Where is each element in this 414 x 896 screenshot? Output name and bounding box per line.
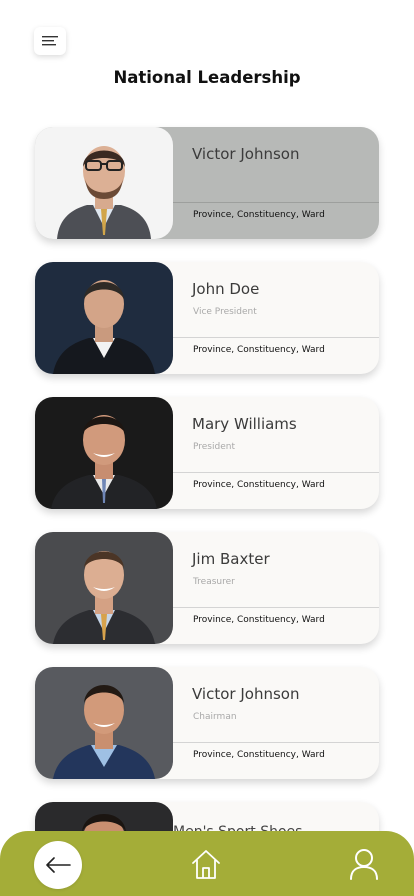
card-divider — [173, 742, 379, 743]
leader-role: Chairman — [193, 712, 237, 722]
leader-card[interactable]: John Doe Vice President Province, Consti… — [35, 262, 379, 374]
leader-location: Province, Constituency, Ward — [193, 210, 325, 220]
leader-location: Province, Constituency, Ward — [193, 750, 325, 760]
leader-location: Province, Constituency, Ward — [193, 480, 325, 490]
page-title: National Leadership — [113, 68, 301, 87]
card-divider — [173, 202, 379, 203]
menu-button[interactable] — [34, 27, 66, 55]
home-button[interactable] — [190, 848, 222, 880]
user-icon — [350, 849, 378, 880]
leader-photo — [35, 262, 173, 374]
card-divider — [173, 337, 379, 338]
leader-photo — [35, 532, 173, 644]
leader-role: Treasurer — [193, 577, 235, 587]
leader-card[interactable]: Jim Baxter Treasurer Province, Constitue… — [35, 532, 379, 644]
leader-card[interactable]: Mary Williams President Province, Consti… — [35, 397, 379, 509]
card-divider — [173, 472, 379, 473]
leader-card[interactable]: Victor Johnson Chairman Province, Consti… — [35, 667, 379, 779]
leader-photo — [35, 397, 173, 509]
leader-location: Province, Constituency, Ward — [193, 345, 325, 355]
leader-name: Jim Baxter — [192, 550, 270, 568]
leader-photo — [35, 667, 173, 779]
leader-name: Victor Johnson — [192, 685, 300, 703]
leader-name: Mary Williams — [192, 415, 297, 433]
profile-button[interactable] — [349, 848, 379, 880]
menu-icon — [42, 36, 58, 46]
leader-location: Province, Constituency, Ward — [193, 615, 325, 625]
leader-role: President — [193, 442, 235, 452]
leader-role: Vice President — [193, 307, 257, 317]
home-icon — [192, 850, 220, 879]
leader-name: John Doe — [192, 280, 260, 298]
card-divider — [173, 607, 379, 608]
arrow-left-icon — [46, 857, 71, 873]
leader-card[interactable]: Victor Johnson Province, Constituency, W… — [35, 127, 379, 239]
leader-photo — [35, 127, 173, 239]
back-button[interactable] — [34, 841, 82, 889]
leader-name: Victor Johnson — [192, 145, 300, 163]
